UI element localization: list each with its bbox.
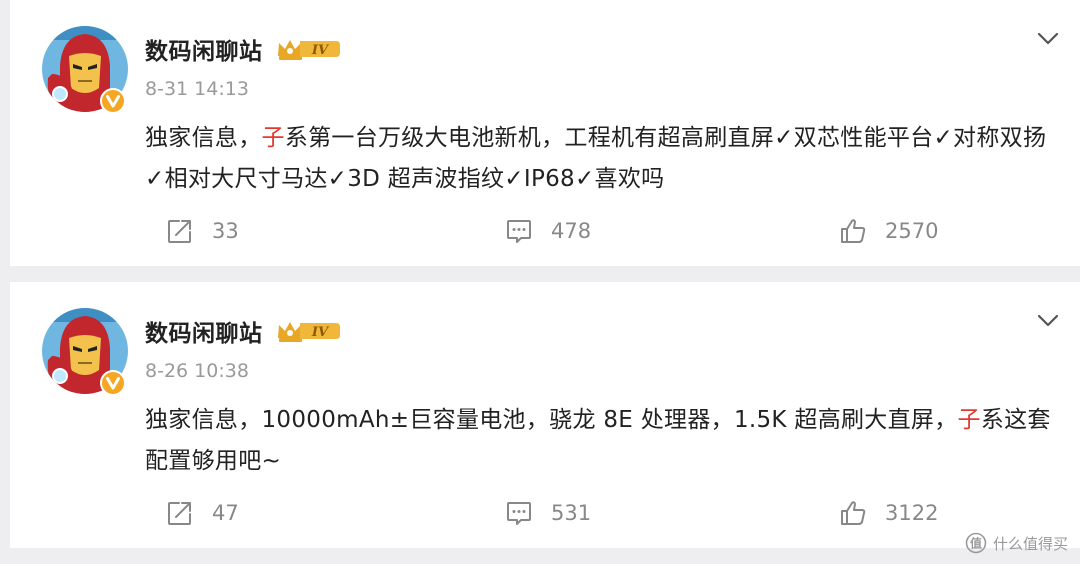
rank-badge-label: IV — [311, 43, 330, 58]
crown-rank-badge-icon: IV — [278, 40, 340, 60]
thumbs-up-icon — [841, 219, 866, 243]
repost-icon — [168, 502, 191, 525]
rank-badge[interactable]: IV — [276, 318, 342, 344]
post-text: 独家信息，10000mAh±巨容量电池，骁龙 8E 处理器，1.5K 超高刷大直… — [145, 400, 1065, 482]
post-text-part: 独家信息， — [145, 125, 262, 151]
post-card: 数码闲聊站 IV 8-31 14:13 独家信息，子系第一台万级大电池新机，工程… — [10, 0, 1080, 266]
highlight-text: 子 — [957, 407, 981, 433]
like-button[interactable]: 2570 — [839, 214, 938, 248]
verified-badge-icon — [100, 88, 126, 114]
comment-icon — [507, 220, 531, 243]
watermark-text: 什么值得买 — [992, 534, 1068, 553]
like-button[interactable]: 3122 — [839, 496, 938, 530]
post-time[interactable]: 8-26 10:38 — [145, 360, 249, 382]
comment-count: 531 — [551, 501, 592, 525]
smzdm-logo-icon: 值 — [965, 532, 987, 554]
watermark: 值 什么值得买 — [965, 532, 1068, 554]
repost-icon — [168, 220, 191, 243]
highlight-text: 子 — [261, 125, 285, 151]
rank-badge[interactable]: IV — [276, 36, 342, 62]
chevron-down-icon[interactable] — [1036, 308, 1060, 332]
chevron-down-icon[interactable] — [1036, 26, 1060, 50]
post-text-part: 独家信息，10000mAh±巨容量电池，骁龙 8E 处理器，1.5K 超高刷大直… — [145, 407, 958, 433]
like-count: 3122 — [885, 501, 939, 525]
post-card: 数码闲聊站 IV 8-26 10:38 独家信息，10000mAh±巨容量电池，… — [10, 282, 1080, 548]
rank-badge-label: IV — [311, 325, 330, 340]
author-name[interactable]: 数码闲聊站 — [145, 32, 263, 66]
comment-count: 478 — [551, 219, 592, 243]
repost-button[interactable]: 47 — [166, 496, 239, 530]
crown-rank-badge-icon: IV — [278, 322, 340, 342]
repost-button[interactable]: 33 — [166, 214, 239, 248]
comment-button[interactable]: 531 — [505, 496, 591, 530]
comment-button[interactable]: 478 — [505, 214, 591, 248]
author-name[interactable]: 数码闲聊站 — [145, 314, 263, 348]
verified-badge-icon — [100, 370, 126, 396]
like-count: 2570 — [885, 219, 939, 243]
post-time[interactable]: 8-31 14:13 — [145, 78, 249, 100]
post-text: 独家信息，子系第一台万级大电池新机，工程机有超高刷直屏✓双芯性能平台✓对称双扬✓… — [145, 118, 1065, 200]
svg-text:值: 值 — [970, 536, 982, 551]
thumbs-up-icon — [841, 501, 866, 525]
repost-count: 33 — [212, 219, 239, 243]
comment-icon — [507, 502, 531, 525]
repost-count: 47 — [212, 501, 239, 525]
